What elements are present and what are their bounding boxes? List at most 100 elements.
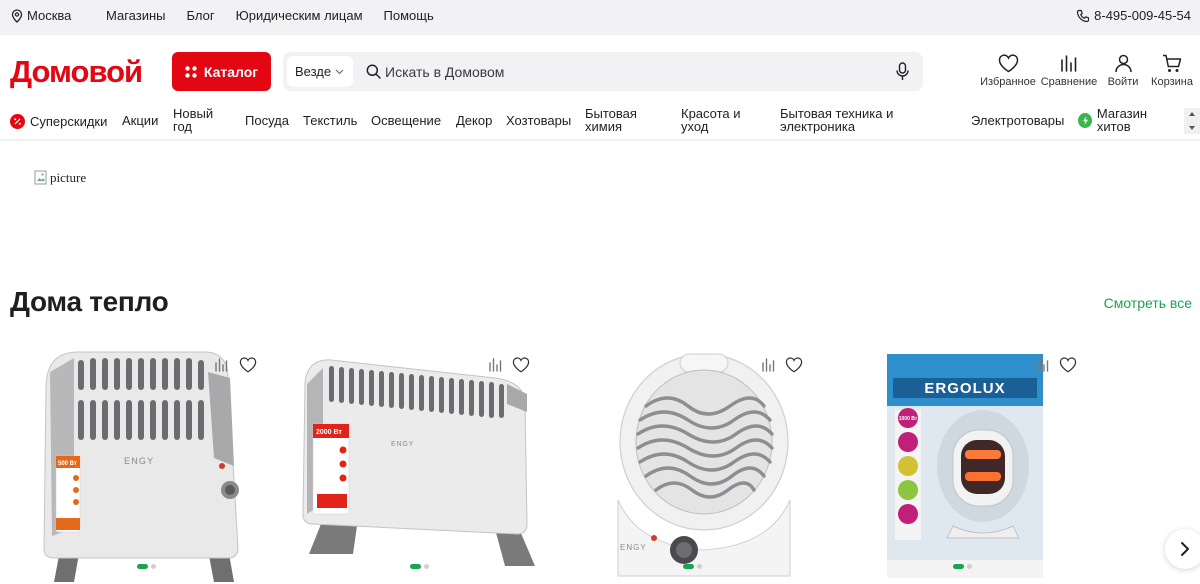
location-pin-icon bbox=[11, 8, 23, 23]
discount-badge-icon bbox=[10, 114, 25, 129]
nav-item-superdiscounts[interactable]: Суперскидки bbox=[10, 114, 107, 129]
nav-item-label: Освещение bbox=[371, 113, 442, 128]
cart-icon bbox=[1163, 54, 1182, 72]
chevron-down-icon bbox=[335, 69, 344, 74]
product-card[interactable]: 500 Вт ENGY bbox=[20, 346, 260, 584]
nav-item-chemicals[interactable]: Бытовая химия bbox=[585, 107, 655, 133]
banner-image[interactable]: picture bbox=[34, 170, 86, 186]
product-brand-text: ENGY bbox=[124, 456, 154, 466]
heart-icon[interactable] bbox=[1059, 357, 1077, 373]
carousel-next-button[interactable] bbox=[1165, 529, 1200, 569]
nav-item-label: Магазин хитов bbox=[1096, 106, 1148, 134]
compare-icon[interactable] bbox=[488, 358, 502, 372]
nav-item-label: Текстиль bbox=[303, 113, 358, 128]
catalog-button[interactable]: Каталог bbox=[172, 52, 271, 91]
chevron-right-icon bbox=[1181, 542, 1189, 556]
nav-item-label: Хозтовары bbox=[506, 113, 572, 128]
product-badge-text: 1000 Вт bbox=[899, 416, 918, 422]
product-brand-text: ENGY bbox=[620, 543, 647, 552]
nav-item-label: Акции bbox=[122, 113, 159, 128]
cart-label: Корзина bbox=[1151, 76, 1193, 88]
user-icon bbox=[1114, 54, 1132, 73]
nav-item-appliances[interactable]: Бытовая техника и электроника bbox=[780, 107, 900, 133]
compare-icon[interactable] bbox=[1035, 358, 1049, 372]
grid-dots-icon bbox=[185, 65, 197, 78]
image-pager[interactable] bbox=[953, 564, 972, 569]
city-label: Москва bbox=[27, 8, 72, 23]
city-selector[interactable]: Москва bbox=[11, 8, 71, 23]
logo[interactable]: Домовой bbox=[10, 54, 152, 90]
product-card[interactable]: ERGOLUX 1000 Вт bbox=[842, 346, 1082, 584]
top-link-business[interactable]: Юридическим лицам bbox=[236, 8, 363, 23]
nav-item-label: Суперскидки bbox=[30, 114, 108, 129]
product-badge-text: 500 Вт bbox=[58, 461, 77, 467]
top-link-help[interactable]: Помощь bbox=[384, 8, 434, 23]
favorites-button[interactable]: Избранное bbox=[978, 54, 1038, 88]
product-image[interactable]: 2000 Вт ENGY bbox=[295, 354, 535, 574]
top-link-stores[interactable]: Магазины bbox=[106, 8, 166, 23]
product-brand-text: ENGY bbox=[391, 441, 414, 448]
image-pager[interactable] bbox=[683, 564, 702, 569]
nav-item-promotions[interactable]: Акции bbox=[122, 114, 158, 127]
compare-icon[interactable] bbox=[761, 358, 775, 372]
compare-icon bbox=[1061, 55, 1077, 72]
login-label: Войти bbox=[1107, 76, 1139, 88]
phone-icon bbox=[1077, 9, 1090, 22]
nav-item-decor[interactable]: Декор bbox=[456, 114, 492, 127]
section-title: Дома тепло bbox=[10, 286, 169, 317]
nav-item-label: Бытовая техника и электроника bbox=[780, 106, 894, 134]
product-image[interactable]: ERGOLUX 1000 Вт bbox=[887, 354, 1043, 578]
category-nav: Суперскидки Акции Новый год Посуда Текст… bbox=[0, 106, 1200, 138]
image-pager[interactable] bbox=[137, 564, 156, 569]
nav-item-textile[interactable]: Текстиль bbox=[303, 114, 357, 127]
nav-item-electrical[interactable]: Электротовары bbox=[971, 114, 1064, 127]
product-brand-text: ERGOLUX bbox=[924, 380, 1005, 397]
heart-icon[interactable] bbox=[512, 357, 530, 373]
nav-divider bbox=[0, 139, 1200, 141]
arrow-up-icon[interactable] bbox=[1184, 108, 1200, 120]
compare-label: Сравнение bbox=[1040, 76, 1098, 88]
heart-icon bbox=[998, 54, 1018, 73]
see-all-link[interactable]: Смотреть все bbox=[1104, 295, 1192, 311]
nav-scrollbar[interactable] bbox=[1184, 108, 1200, 134]
phone-number: 8-495-009-45-54 bbox=[1094, 8, 1191, 23]
cart-button[interactable]: Корзина bbox=[1146, 54, 1198, 88]
search-scope-select[interactable]: Везде bbox=[287, 56, 353, 87]
product-image[interactable]: 500 Вт ENGY bbox=[38, 348, 258, 582]
catalog-label: Каталог bbox=[203, 63, 259, 80]
search-bar: Везде bbox=[283, 52, 923, 91]
product-image[interactable]: ENGY bbox=[598, 350, 798, 580]
nav-item-label: Новый год bbox=[173, 106, 214, 134]
heart-icon[interactable] bbox=[785, 357, 803, 373]
logo-text: Домовой bbox=[10, 54, 142, 89]
microphone-icon[interactable] bbox=[896, 62, 909, 81]
nav-item-household[interactable]: Хозтовары bbox=[506, 114, 571, 127]
favorites-label: Избранное bbox=[980, 76, 1036, 88]
image-pager[interactable] bbox=[410, 564, 429, 569]
search-icon[interactable] bbox=[366, 64, 381, 79]
phone-link[interactable]: 8-495-009-45-54 bbox=[1076, 8, 1191, 23]
top-link-blog[interactable]: Блог bbox=[187, 8, 215, 23]
broken-image-icon bbox=[34, 170, 47, 185]
nav-item-beauty[interactable]: Красота и уход bbox=[681, 107, 753, 133]
nav-item-lighting[interactable]: Освещение bbox=[371, 114, 441, 127]
top-bar: Москва Магазины Блог Юридическим лицам П… bbox=[0, 0, 1200, 35]
banner-alt-text: picture bbox=[50, 170, 87, 185]
nav-item-label: Электротовары bbox=[971, 113, 1065, 128]
product-card[interactable]: ENGY bbox=[568, 346, 808, 584]
compare-icon[interactable] bbox=[214, 358, 228, 372]
nav-item-new-year[interactable]: Новый год bbox=[173, 107, 223, 133]
nav-item-hits-store[interactable]: Магазин хитов bbox=[1078, 107, 1178, 133]
nav-item-dishes[interactable]: Посуда bbox=[245, 114, 289, 127]
product-card[interactable]: 2000 Вт ENGY bbox=[295, 346, 535, 584]
heart-icon[interactable] bbox=[239, 357, 257, 373]
header-actions: Избранное Сравнение Войти Корзина bbox=[978, 54, 1198, 88]
login-button[interactable]: Войти bbox=[1100, 54, 1146, 88]
arrow-down-icon[interactable] bbox=[1184, 122, 1200, 134]
product-badge-text: 2000 Вт bbox=[316, 429, 342, 436]
compare-button[interactable]: Сравнение bbox=[1036, 54, 1102, 88]
search-input[interactable] bbox=[385, 61, 865, 83]
top-links: Магазины Блог Юридическим лицам Помощь bbox=[106, 8, 455, 23]
hit-badge-icon bbox=[1078, 112, 1092, 128]
nav-item-label: Бытовая химия bbox=[585, 106, 637, 134]
